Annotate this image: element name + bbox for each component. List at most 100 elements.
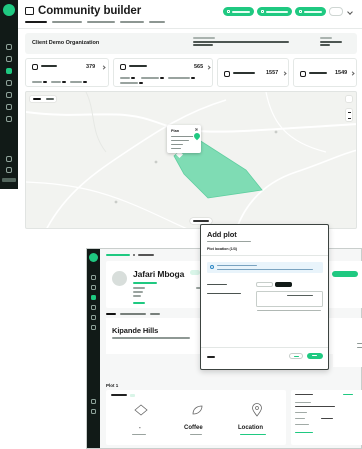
- workspace-switcher[interactable]: [2, 178, 16, 182]
- tab-dashboard[interactable]: [25, 21, 47, 23]
- language-selector[interactable]: [329, 7, 343, 16]
- header-actions: [223, 7, 354, 16]
- reports-icon[interactable]: [6, 116, 12, 122]
- add-payment-button[interactable]: [295, 7, 326, 16]
- avatar: [112, 271, 127, 286]
- transactions-icon[interactable]: [91, 315, 96, 320]
- summary-stats: 379 565 1557 1549: [25, 58, 357, 87]
- transactions-icon: [224, 71, 230, 77]
- users-icon[interactable]: [6, 56, 12, 62]
- map-tab-street[interactable]: [30, 96, 43, 102]
- locations-icon[interactable]: [6, 80, 12, 86]
- highlights-title: [111, 394, 127, 396]
- button-label: [304, 10, 322, 13]
- tab-farms[interactable]: [106, 313, 116, 315]
- screenshot-stage: Community builder Client Demo Organizati…: [0, 0, 362, 449]
- app-logo[interactable]: [3, 4, 15, 16]
- area-value: -: [139, 425, 141, 431]
- tab-transaction-history[interactable]: [120, 313, 146, 315]
- member-name: Jafari Mboga: [133, 269, 185, 279]
- coordinates-help-text: [257, 310, 321, 312]
- fullscreen-icon[interactable]: [346, 96, 352, 102]
- transactions-icon[interactable]: [6, 92, 12, 98]
- see-more-link[interactable]: [295, 432, 313, 434]
- breadcrumb: [106, 254, 154, 256]
- locations-stat-card[interactable]: 565: [113, 58, 213, 87]
- plot-details-card: [291, 390, 362, 445]
- locations-icon[interactable]: [91, 305, 96, 310]
- members-label: [41, 65, 57, 67]
- payments-icon: [300, 71, 306, 77]
- chevron-right-icon: [350, 71, 355, 76]
- coordinates-input[interactable]: [256, 291, 323, 307]
- home-icon[interactable]: [6, 44, 12, 50]
- crop-value: Coffee: [184, 425, 203, 431]
- plot-section-title: Plot 1: [106, 383, 119, 388]
- community-icon[interactable]: [6, 68, 12, 74]
- breadcrumb-link[interactable]: [106, 254, 130, 256]
- button-label: [232, 10, 250, 13]
- coordinates-label: [207, 293, 241, 295]
- tab-transaction-history[interactable]: [87, 21, 115, 23]
- add-plot-modal: Add plot Plot location (1/3): [200, 224, 329, 370]
- tab-files[interactable]: [150, 313, 160, 315]
- cancel-button[interactable]: [207, 356, 215, 358]
- modal-subtitle: [207, 241, 251, 243]
- settings-icon[interactable]: [91, 399, 96, 404]
- see-more-link[interactable]: [133, 302, 145, 304]
- show-on-map-link[interactable]: [240, 434, 266, 436]
- payments-stat-card[interactable]: 1549: [293, 58, 357, 87]
- tab-bulk-data-upload[interactable]: [120, 21, 144, 23]
- add-member-action-button[interactable]: [332, 271, 358, 277]
- modal-step-label: Plot location (1/3): [207, 247, 237, 251]
- plus-icon: [227, 10, 230, 13]
- payments-icon[interactable]: [91, 325, 96, 330]
- info-banner: [207, 262, 323, 273]
- add-transaction-button[interactable]: [257, 7, 292, 16]
- organization-title: Client Demo Organization: [32, 40, 100, 46]
- button-label: [266, 10, 288, 13]
- breadcrumb-current: [138, 254, 154, 256]
- option-polygon[interactable]: [256, 282, 273, 287]
- plus-icon: [299, 10, 302, 13]
- members-count: 379: [86, 64, 96, 70]
- farm-id: [112, 337, 190, 339]
- next-button[interactable]: [307, 353, 323, 359]
- modal-divider: [201, 255, 328, 256]
- help-icon[interactable]: [6, 167, 12, 173]
- users-icon[interactable]: [91, 285, 96, 290]
- popup-title: Plan: [171, 129, 180, 133]
- payments-icon[interactable]: [6, 104, 12, 110]
- edit-plot-link[interactable]: [343, 394, 353, 396]
- highlights-card: - Coffee Location: [106, 390, 286, 445]
- transactions-label: [233, 72, 255, 74]
- payments-count: 1549: [335, 70, 348, 76]
- help-icon[interactable]: [91, 409, 96, 414]
- main-sidebar: [0, 0, 18, 189]
- members-icon: [32, 64, 38, 70]
- settings-icon[interactable]: [6, 156, 12, 162]
- back-button[interactable]: [289, 353, 303, 359]
- chevron-right-icon: [282, 71, 287, 76]
- highlights-tag: [130, 393, 135, 397]
- community-icon[interactable]: [91, 295, 96, 300]
- location-type-label: [207, 283, 227, 285]
- area-icon: [134, 404, 148, 416]
- members-stat-card[interactable]: 379: [25, 58, 109, 87]
- map-canvas[interactable]: [26, 92, 357, 229]
- zoom-control[interactable]: [346, 109, 352, 121]
- home-icon[interactable]: [91, 275, 96, 280]
- location-type-toggle: [256, 282, 292, 287]
- app-logo[interactable]: [89, 253, 98, 262]
- tab-community-members[interactable]: [52, 21, 82, 23]
- add-member-button[interactable]: [223, 7, 254, 16]
- transactions-stat-card[interactable]: 1557: [217, 58, 289, 87]
- page-tabs: [25, 21, 165, 23]
- plus-icon: [261, 10, 264, 13]
- info-icon: [210, 265, 214, 269]
- map-tab-satellite[interactable]: [43, 96, 56, 102]
- locations-map[interactable]: Plan: [25, 91, 357, 229]
- chevron-down-icon[interactable]: [347, 8, 353, 15]
- option-coordinates[interactable]: [274, 282, 292, 287]
- tab-locations[interactable]: [149, 21, 165, 23]
